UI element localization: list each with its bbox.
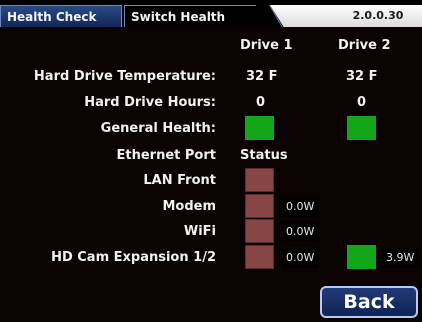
hours-label: Hard Drive Hours:	[84, 95, 216, 110]
hd-cam2-indicator	[347, 245, 376, 269]
wifi-indicator	[245, 219, 274, 243]
version-indicator: 2.0.0.30	[270, 5, 422, 27]
modem-label: Modem	[162, 199, 216, 214]
drive2-header: Drive 2	[338, 38, 391, 53]
lan-front-label: LAN Front	[143, 173, 216, 188]
status-header: Status	[240, 148, 288, 163]
health-screen: Health Check Switch Health 2.0.0.30 Driv…	[0, 0, 422, 322]
tab-health-check[interactable]: Health Check	[0, 5, 122, 27]
hd-cam-label: HD Cam Expansion 1/2	[51, 250, 216, 265]
ethernet-port-label: Ethernet Port	[116, 148, 216, 163]
drive1-hours: 0	[256, 95, 266, 110]
hd-cam1-power: 0.0W	[281, 248, 320, 268]
lan-front-indicator	[245, 168, 274, 192]
drive2-hours: 0	[357, 95, 367, 110]
drive2-health-indicator	[347, 116, 376, 140]
temperature-label: Hard Drive Temperature:	[33, 69, 216, 84]
wifi-label: WiFi	[183, 224, 216, 239]
drive1-health-indicator	[245, 116, 274, 140]
modem-indicator	[245, 194, 274, 218]
hd-cam1-indicator	[245, 245, 274, 269]
hd-cam2-power: 3.9W	[381, 248, 420, 268]
wifi-power: 0.0W	[281, 222, 320, 242]
back-button[interactable]: Back	[320, 286, 418, 318]
general-health-label: General Health:	[100, 121, 216, 136]
drive1-header: Drive 1	[240, 38, 293, 53]
drive1-temperature: 32 F	[246, 69, 278, 84]
health-content: Drive 1 Drive 2 Hard Drive Temperature: …	[0, 27, 422, 322]
tab-bar: Health Check Switch Health 2.0.0.30	[0, 0, 422, 27]
version-label: 2.0.0.30	[352, 9, 404, 22]
modem-power: 0.0W	[281, 197, 320, 217]
drive2-temperature: 32 F	[346, 69, 378, 84]
tab-switch-health[interactable]: Switch Health	[124, 5, 256, 27]
